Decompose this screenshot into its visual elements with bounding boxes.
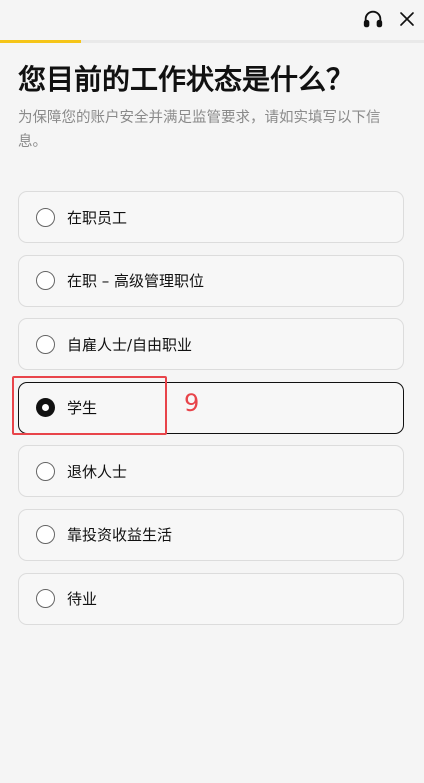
radio-unchecked-icon[interactable] — [36, 271, 55, 291]
option-row[interactable]: 靠投资收益生活 — [18, 508, 404, 561]
employment-status-options: 在职员工在职 – 高级管理职位 自雇人士/自由职业 学生退休人士靠投资收益生活 待业 — [18, 191, 404, 636]
option-row[interactable]: 学生 — [18, 381, 404, 434]
radio-unchecked-icon[interactable] — [36, 525, 55, 545]
option-label: 在职员工 — [67, 208, 128, 227]
page-subtitle: 为保障您的账户安全并满足监管要求，请如实填写以下信息。 — [18, 110, 381, 150]
option-label: 在职 – 高级管理职位 — [67, 272, 205, 291]
option-row[interactable]: 退休人士 — [18, 445, 404, 498]
progress-bar-fill — [0, 40, 81, 43]
radio-unchecked-icon[interactable] — [36, 461, 55, 481]
option-label: 待业 — [67, 590, 98, 609]
radio-unchecked-icon[interactable] — [36, 207, 55, 227]
headset-icon[interactable] — [360, 6, 386, 32]
option-row[interactable]: 待业 — [18, 572, 404, 625]
option-row[interactable]: 在职员工 — [18, 191, 404, 243]
option-label: 学生 — [67, 399, 98, 418]
option-label: 退休人士 — [67, 462, 128, 481]
annotation-number: 9 — [184, 389, 200, 417]
option-row[interactable]: 自雇人士/自由职业 — [18, 318, 404, 371]
page-title: 您目前的工作状态是什么？ — [18, 63, 355, 96]
radio-checked-icon[interactable] — [36, 398, 55, 418]
progress-bar — [0, 40, 424, 43]
close-icon[interactable] — [394, 6, 420, 32]
option-label: 靠投资收益生活 — [67, 526, 173, 545]
option-label: 自雇人士/自由职业 — [67, 335, 193, 354]
radio-unchecked-icon[interactable] — [36, 334, 55, 354]
radio-unchecked-icon[interactable] — [36, 589, 55, 609]
top-bar — [0, 0, 424, 40]
option-row[interactable]: 在职 – 高级管理职位 — [18, 254, 404, 307]
